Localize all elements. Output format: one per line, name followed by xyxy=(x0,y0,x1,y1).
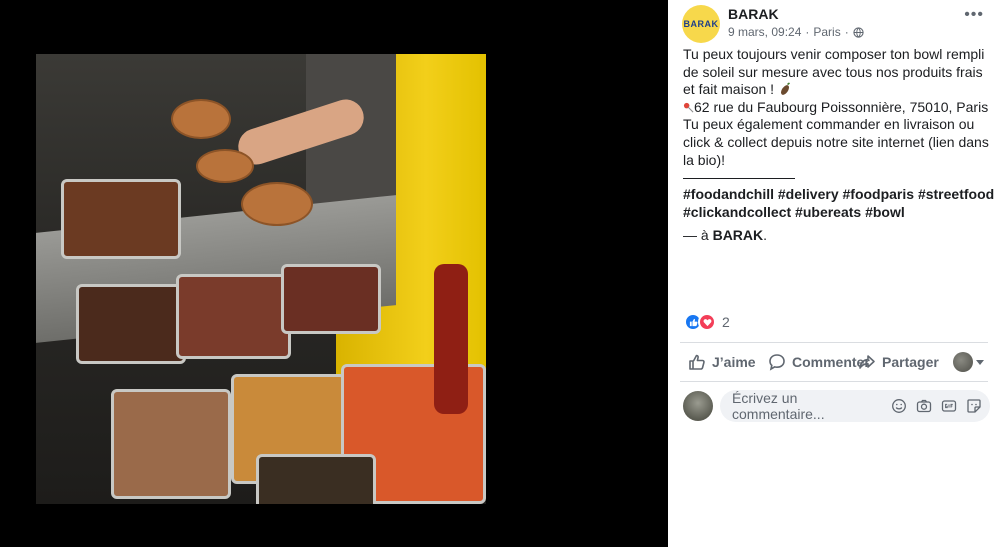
like-label: J’aime xyxy=(712,354,756,370)
camera-icon[interactable] xyxy=(916,398,932,414)
photo-bowl xyxy=(241,182,313,226)
love-reaction-icon xyxy=(698,313,716,331)
post-photo[interactable] xyxy=(36,54,486,504)
comment-button[interactable]: Commenter xyxy=(768,353,870,371)
photo-tray xyxy=(256,454,376,504)
avatar-logo-text: BARAK xyxy=(683,19,719,29)
caret-down-icon xyxy=(976,359,984,365)
tagged-place-link[interactable]: BARAK xyxy=(713,227,764,243)
photo-tray xyxy=(281,264,381,334)
comment-bubble-icon xyxy=(769,354,785,371)
share-button[interactable]: Partager xyxy=(858,353,939,371)
post-paragraph: Tu peux toujours venir composer ton bowl… xyxy=(683,46,995,99)
meta-separator: · xyxy=(844,25,849,39)
post-location[interactable]: Paris xyxy=(813,25,840,39)
eggplant-emoji-icon xyxy=(780,82,790,96)
tagged-prefix: — à xyxy=(683,227,713,244)
post-hashtags[interactable]: #foodandchill #delivery #foodparis #stre… xyxy=(683,186,995,221)
meta-separator: · xyxy=(805,25,810,39)
photo-tray xyxy=(76,284,186,364)
post-action-bar: J’aime Commenter Partager xyxy=(680,342,988,382)
comment-composer: Écrivez un commentaire... xyxy=(683,389,990,423)
audience-selector[interactable] xyxy=(953,352,984,372)
comment-tools xyxy=(891,398,982,414)
share-label: Partager xyxy=(882,354,939,370)
post-text-line2: Tu peux également commander en livraison… xyxy=(683,116,993,168)
text-divider xyxy=(683,178,795,180)
photo-bowl xyxy=(196,149,254,183)
photo-tray xyxy=(111,389,231,499)
more-icon[interactable]: ••• xyxy=(964,7,984,23)
sticker-icon[interactable] xyxy=(966,398,982,414)
photo-tray xyxy=(61,179,181,259)
post-text-line1: Tu peux toujours venir composer ton bowl… xyxy=(683,46,989,98)
post-header: BARAK BARAK 9 mars, 09:24 · Paris · ••• xyxy=(682,5,990,45)
user-avatar[interactable] xyxy=(683,391,713,421)
post-address: 62 rue du Faubourg Poissonnière, 75010, … xyxy=(694,98,989,115)
share-arrow-icon xyxy=(859,355,875,369)
post-meta: 9 mars, 09:24 · Paris · xyxy=(728,25,864,39)
page-avatar[interactable]: BARAK xyxy=(682,5,720,43)
emoji-icon[interactable] xyxy=(891,398,907,414)
post-timestamp[interactable]: 9 mars, 09:24 xyxy=(728,25,801,39)
photo-tray xyxy=(176,274,291,359)
globe-icon[interactable] xyxy=(853,26,864,38)
reaction-icons xyxy=(684,313,716,331)
post-panel: BARAK BARAK 9 mars, 09:24 · Paris · ••• … xyxy=(668,0,1000,547)
reaction-count: 2 xyxy=(722,314,730,330)
photo-bowl xyxy=(171,99,231,139)
audience-avatar xyxy=(953,352,973,372)
post-tagged-place: — à BARAK. xyxy=(683,227,995,245)
thumbs-up-icon xyxy=(689,354,705,370)
post-body: Tu peux toujours venir composer ton bowl… xyxy=(683,46,995,245)
comment-placeholder: Écrivez un commentaire... xyxy=(732,390,825,422)
comment-input[interactable]: Écrivez un commentaire... xyxy=(720,390,990,422)
post-address-line: 62 rue du Faubourg Poissonnière, 75010, … xyxy=(683,99,995,117)
photo-extinguisher xyxy=(434,264,468,414)
like-button[interactable]: J’aime xyxy=(688,353,756,371)
page-name-link[interactable]: BARAK xyxy=(728,6,779,22)
reactions-summary[interactable]: 2 xyxy=(684,313,730,331)
media-viewer xyxy=(0,0,668,547)
gif-icon[interactable] xyxy=(941,398,957,414)
tagged-suffix: . xyxy=(763,227,768,244)
pushpin-icon xyxy=(683,102,694,113)
